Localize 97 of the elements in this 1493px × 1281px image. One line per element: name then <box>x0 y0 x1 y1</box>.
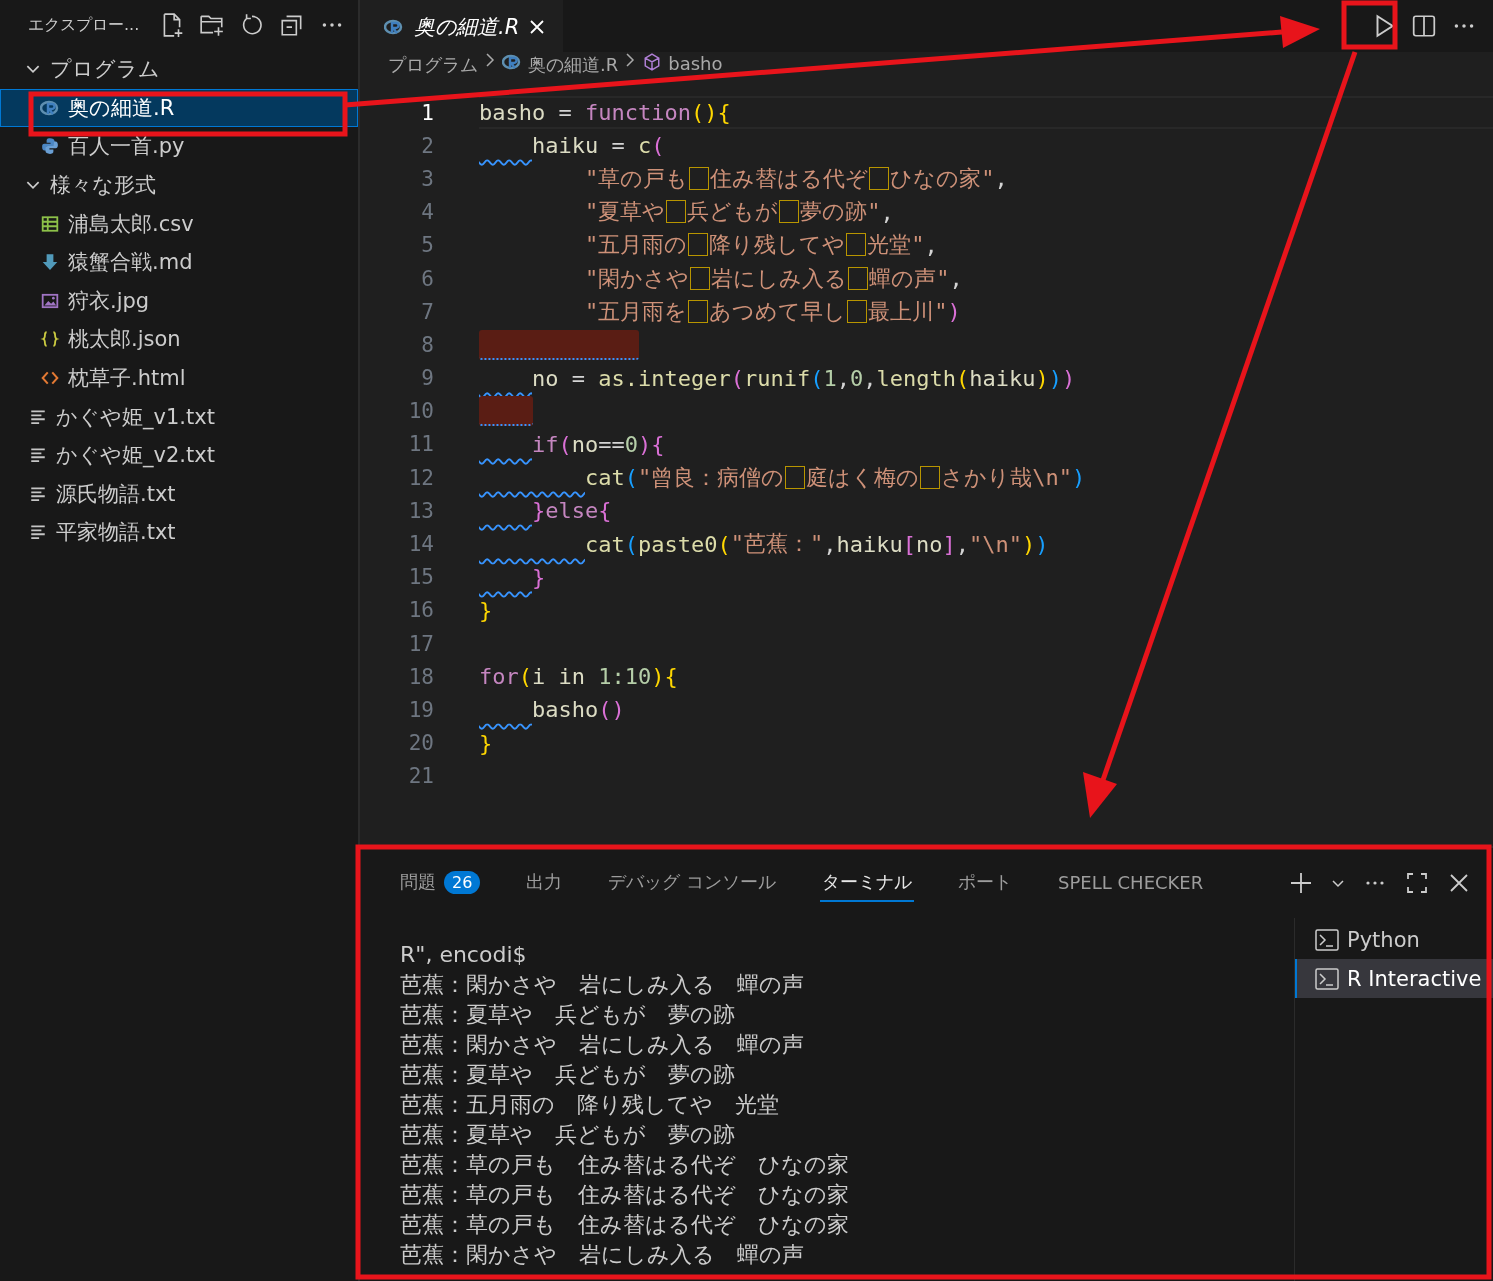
code-line: "五月雨を あつめて早し 最上川") <box>583 297 962 327</box>
file-item[interactable]: 枕草子.html <box>0 358 358 398</box>
line-number: 6 <box>420 266 434 291</box>
code-line: "夏草や 兵どもが 夢の跡", <box>583 198 895 227</box>
line-number: 10 <box>407 399 434 424</box>
code-line: cat("曾良：病僧の 庭はく梅の さかり哉\n") <box>583 463 1087 493</box>
code-line: cat(paste0("芭蕉：",haiku[no],"\n")) <box>583 530 1050 559</box>
file-item[interactable]: かぐや姫_v2.txt <box>0 435 358 475</box>
line-number: 21 <box>407 764 434 789</box>
line-number: 9 <box>420 366 434 391</box>
terminal-line: 芭蕉：五月雨の 降り残してや 光堂 <box>400 1091 780 1119</box>
terminal-line: 芭蕉：草の戸も 住み替はる代ぞ ひなの家 <box>400 1181 850 1209</box>
file-item[interactable]: 狩衣.jpg <box>0 281 358 321</box>
folder-item[interactable]: プログラム <box>0 50 358 89</box>
code-line: "五月雨の 降り残してや 光堂", <box>583 231 939 260</box>
terminal-icon <box>1315 967 1339 990</box>
terminal-line: 芭蕉：閑かさや 岩にしみ入る 蟬の声 <box>400 971 805 999</box>
python-file-icon <box>40 137 60 156</box>
split-editor-icon[interactable] <box>1411 13 1437 39</box>
line-number: 5 <box>420 233 434 258</box>
code-line: } <box>479 596 494 625</box>
terminal-item[interactable]: R Interactive <box>1295 959 1493 998</box>
line-number: 11 <box>407 432 434 457</box>
down-arrow-icon <box>40 253 60 272</box>
text-file-icon <box>28 484 48 503</box>
code-line: } <box>531 563 547 592</box>
r-file-icon <box>502 53 522 71</box>
panel-tab[interactable]: SPELL CHECKER <box>1056 865 1206 901</box>
line-number: 4 <box>420 200 434 225</box>
chevron-icon <box>624 53 637 67</box>
chevron-icon <box>484 53 496 67</box>
line-number: 16 <box>407 598 434 623</box>
terminal-line: 芭蕉：閑かさや 岩にしみ入る 蟬の声 <box>400 1241 805 1269</box>
code-line: basho() <box>531 696 626 725</box>
file-item[interactable]: かぐや姫_v1.txt <box>0 397 358 436</box>
panel-tab[interactable]: 出力 <box>524 864 565 902</box>
terminal-icon <box>1315 928 1339 951</box>
file-item[interactable]: 平家物語.txt <box>0 513 358 552</box>
highlight-frame <box>1341 0 1398 50</box>
r-file-icon <box>40 98 60 117</box>
terminal-line: 芭蕉：草の戸も 住み替はる代ぞ ひなの家 <box>400 1151 850 1179</box>
line-number: 7 <box>420 299 434 324</box>
line-number: 12 <box>407 465 434 490</box>
line-number: 20 <box>407 731 434 756</box>
file-item[interactable]: 源氏物語.txt <box>0 474 358 514</box>
maximize-icon[interactable] <box>1405 871 1429 895</box>
terminal-line: 芭蕉：夏草や 兵どもが 夢の跡 <box>400 1121 736 1149</box>
text-file-icon <box>28 407 48 426</box>
terminal-line: 芭蕉：夏草や 兵どもが 夢の跡 <box>400 1061 736 1089</box>
code-line: "草の戸も 住み替はる代ぞ ひなの家", <box>583 164 1009 194</box>
code-line: basho = function(){ <box>479 96 1493 130</box>
table-file-icon <box>40 214 60 233</box>
line-number: 3 <box>420 166 434 191</box>
text-file-icon <box>28 523 48 542</box>
breadcrumb-item[interactable]: プログラム <box>388 53 478 77</box>
code-line: for(i in 1:10){ <box>479 663 679 692</box>
line-number: 14 <box>407 532 434 557</box>
breadcrumb-item[interactable]: 奥の細道.R <box>528 53 619 77</box>
count-badge: 26 <box>444 870 481 894</box>
breadcrumb-item[interactable]: basho <box>668 53 723 74</box>
code-line: no = as.integer(runif(1,0,length(haiku))) <box>531 364 1077 393</box>
code-line: haiku = c( <box>531 132 666 161</box>
folder-item[interactable]: 様々な形式 <box>0 165 358 205</box>
panel-tab[interactable]: 問題 26 <box>398 864 483 902</box>
line-number: 17 <box>407 631 434 656</box>
terminal-line: 芭蕉：閑かさや 岩にしみ入る 蟬の声 <box>400 1031 805 1059</box>
code-line: "閑かさや 岩にしみ入る 蟬の声", <box>583 264 964 294</box>
line-number: 8 <box>420 332 434 357</box>
terminal-line: 芭蕉：夏草や 兵どもが 夢の跡 <box>400 1001 736 1029</box>
file-item[interactable]: 猿蟹合戦.md <box>0 242 358 282</box>
panel-tab[interactable]: デバッグ コンソール <box>606 864 779 902</box>
r-file-icon <box>384 17 404 36</box>
code-line: }else{ <box>531 497 613 526</box>
panel-tab[interactable]: ポート <box>956 864 1015 902</box>
image-file-icon <box>40 291 60 310</box>
panel-tab[interactable]: ターミナル <box>820 864 915 902</box>
file-item[interactable]: 百人一首.py <box>0 127 358 166</box>
terminal-line: 芭蕉：草の戸も 住み替はる代ぞ ひなの家 <box>400 1211 850 1239</box>
file-item[interactable]: 浦島太郎.csv <box>0 204 358 243</box>
terminal-item[interactable]: Python <box>1295 920 1493 959</box>
line-number: 19 <box>407 697 434 722</box>
editor-tab[interactable]: 奥の細道.R <box>360 0 564 52</box>
terminal-line: R", encodi$ <box>400 941 528 969</box>
text-file-icon <box>28 446 48 465</box>
explorer-title: エクスプロー... <box>28 14 140 36</box>
file-item[interactable]: 桃太郎.json <box>0 320 358 359</box>
braces-icon <box>40 330 60 349</box>
close-icon[interactable] <box>529 18 546 35</box>
line-number: 2 <box>420 133 434 158</box>
code-line: } <box>479 729 494 758</box>
line-number: 13 <box>407 498 434 523</box>
code-line: if(no==0){ <box>531 430 666 459</box>
line-number: 18 <box>407 664 434 689</box>
plus-icon[interactable] <box>1289 871 1313 895</box>
line-number: 1 <box>420 100 434 125</box>
line-number: 15 <box>407 565 434 590</box>
whitespace-error-highlight <box>479 396 533 427</box>
